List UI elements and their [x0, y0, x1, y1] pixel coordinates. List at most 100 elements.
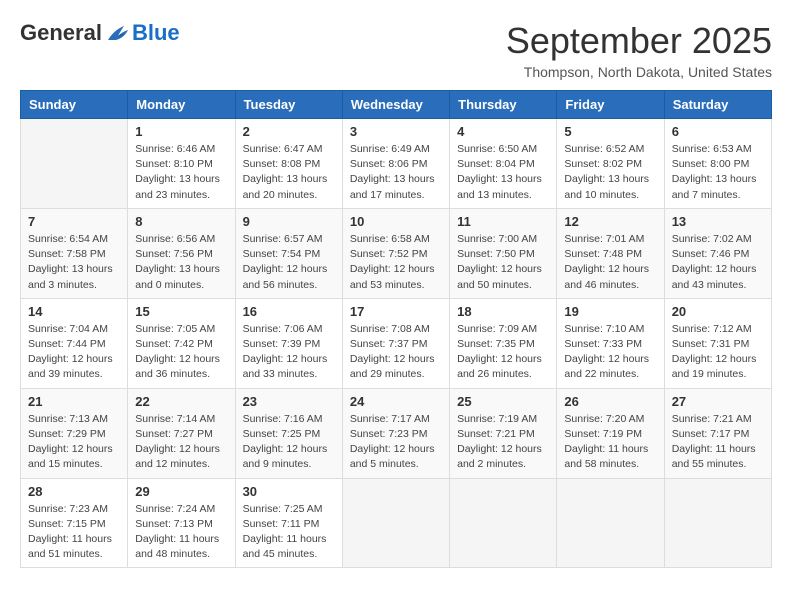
day-info: Sunrise: 7:01 AMSunset: 7:48 PMDaylight:…: [564, 232, 656, 293]
calendar-cell: 7 Sunrise: 6:54 AMSunset: 7:58 PMDaylight…: [21, 208, 128, 298]
calendar-cell: 1Sunrise: 6:46 AMSunset: 8:10 PMDaylight…: [128, 119, 235, 209]
calendar-cell: 17 Sunrise: 7:08 AMSunset: 7:37 PMDayligh…: [342, 298, 449, 388]
weekday-header-row: SundayMondayTuesdayWednesdayThursdayFrid…: [21, 91, 772, 119]
weekday-header-thursday: Thursday: [450, 91, 557, 119]
day-info: Sunrise: 7:08 AMSunset: 7:37 PMDaylight:…: [350, 322, 442, 383]
day-number: 15: [135, 304, 227, 319]
day-info: Sunrise: 6:53 AMSunset: 8:00 PMDaylight:…: [672, 142, 764, 203]
day-number: 14: [28, 304, 120, 319]
day-number: 26: [564, 394, 656, 409]
day-number: 17: [350, 304, 442, 319]
logo-general-text: General: [20, 20, 102, 46]
calendar-cell: 27 Sunrise: 7:21 AMSunset: 7:17 PMDayligh…: [664, 388, 771, 478]
day-info: Sunrise: 6:58 AMSunset: 7:52 PMDaylight:…: [350, 232, 442, 293]
day-number: 29: [135, 484, 227, 499]
calendar-cell: 12 Sunrise: 7:01 AMSunset: 7:48 PMDayligh…: [557, 208, 664, 298]
logo: General Blue: [20, 20, 180, 46]
calendar-cell: 20 Sunrise: 7:12 AMSunset: 7:31 PMDayligh…: [664, 298, 771, 388]
calendar-cell: 28Sunrise: 7:23 AMSunset: 7:15 PMDayligh…: [21, 478, 128, 568]
day-info: Sunrise: 6:50 AMSunset: 8:04 PMDaylight:…: [457, 142, 549, 203]
day-info: Sunrise: 7:23 AMSunset: 7:15 PMDaylight:…: [28, 502, 120, 563]
week-row-5: 28Sunrise: 7:23 AMSunset: 7:15 PMDayligh…: [21, 478, 772, 568]
title-section: September 2025 Thompson, North Dakota, U…: [506, 20, 772, 80]
day-number: 24: [350, 394, 442, 409]
calendar-cell: [664, 478, 771, 568]
day-number: 9: [243, 214, 335, 229]
day-number: 10: [350, 214, 442, 229]
day-info: Sunrise: 6:57 AMSunset: 7:54 PMDaylight:…: [243, 232, 335, 293]
day-info: Sunrise: 7:12 AMSunset: 7:31 PMDaylight:…: [672, 322, 764, 383]
day-info: Sunrise: 7:06 AMSunset: 7:39 PMDaylight:…: [243, 322, 335, 383]
day-number: 30: [243, 484, 335, 499]
day-number: 16: [243, 304, 335, 319]
day-number: 7: [28, 214, 120, 229]
day-info: Sunrise: 7:05 AMSunset: 7:42 PMDaylight:…: [135, 322, 227, 383]
day-number: 21: [28, 394, 120, 409]
day-number: 12: [564, 214, 656, 229]
weekday-header-saturday: Saturday: [664, 91, 771, 119]
day-number: 2: [243, 124, 335, 139]
weekday-header-friday: Friday: [557, 91, 664, 119]
day-info: Sunrise: 7:09 AMSunset: 7:35 PMDaylight:…: [457, 322, 549, 383]
day-info: Sunrise: 7:13 AMSunset: 7:29 PMDaylight:…: [28, 412, 120, 473]
week-row-1: 1Sunrise: 6:46 AMSunset: 8:10 PMDaylight…: [21, 119, 772, 209]
day-number: 1: [135, 124, 227, 139]
calendar-cell: 8 Sunrise: 6:56 AMSunset: 7:56 PMDaylight…: [128, 208, 235, 298]
calendar-cell: 19Sunrise: 7:10 AMSunset: 7:33 PMDayligh…: [557, 298, 664, 388]
day-info: Sunrise: 7:21 AMSunset: 7:17 PMDaylight:…: [672, 412, 764, 473]
calendar-cell: [450, 478, 557, 568]
day-number: 6: [672, 124, 764, 139]
week-row-4: 21 Sunrise: 7:13 AMSunset: 7:29 PMDayligh…: [21, 388, 772, 478]
calendar-cell: 16 Sunrise: 7:06 AMSunset: 7:39 PMDayligh…: [235, 298, 342, 388]
day-info: Sunrise: 7:16 AMSunset: 7:25 PMDaylight:…: [243, 412, 335, 473]
day-info: Sunrise: 7:10 AMSunset: 7:33 PMDaylight:…: [564, 322, 656, 383]
calendar-cell: 26 Sunrise: 7:20 AMSunset: 7:19 PMDayligh…: [557, 388, 664, 478]
calendar-table: SundayMondayTuesdayWednesdayThursdayFrid…: [20, 90, 772, 568]
calendar-cell: 5 Sunrise: 6:52 AMSunset: 8:02 PMDaylight…: [557, 119, 664, 209]
calendar-cell: 4 Sunrise: 6:50 AMSunset: 8:04 PMDaylight…: [450, 119, 557, 209]
day-number: 22: [135, 394, 227, 409]
calendar-cell: 14 Sunrise: 7:04 AMSunset: 7:44 PMDayligh…: [21, 298, 128, 388]
day-number: 20: [672, 304, 764, 319]
calendar-cell: 18Sunrise: 7:09 AMSunset: 7:35 PMDayligh…: [450, 298, 557, 388]
day-info: Sunrise: 7:14 AMSunset: 7:27 PMDaylight:…: [135, 412, 227, 473]
day-info: Sunrise: 7:04 AMSunset: 7:44 PMDaylight:…: [28, 322, 120, 383]
calendar-cell: 3 Sunrise: 6:49 AMSunset: 8:06 PMDaylight…: [342, 119, 449, 209]
calendar-cell: 25 Sunrise: 7:19 AMSunset: 7:21 PMDayligh…: [450, 388, 557, 478]
day-info: Sunrise: 7:24 AMSunset: 7:13 PMDaylight:…: [135, 502, 227, 563]
weekday-header-sunday: Sunday: [21, 91, 128, 119]
day-info: Sunrise: 7:25 AMSunset: 7:11 PMDaylight:…: [243, 502, 335, 563]
day-info: Sunrise: 6:56 AMSunset: 7:56 PMDaylight:…: [135, 232, 227, 293]
page-header: General Blue September 2025 Thompson, No…: [20, 20, 772, 80]
day-info: Sunrise: 6:52 AMSunset: 8:02 PMDaylight:…: [564, 142, 656, 203]
location-text: Thompson, North Dakota, United States: [506, 64, 772, 80]
day-info: Sunrise: 7:20 AMSunset: 7:19 PMDaylight:…: [564, 412, 656, 473]
calendar-cell: 22 Sunrise: 7:14 AMSunset: 7:27 PMDayligh…: [128, 388, 235, 478]
calendar-cell: 21 Sunrise: 7:13 AMSunset: 7:29 PMDayligh…: [21, 388, 128, 478]
week-row-2: 7 Sunrise: 6:54 AMSunset: 7:58 PMDaylight…: [21, 208, 772, 298]
month-title: September 2025: [506, 20, 772, 62]
day-info: Sunrise: 6:47 AMSunset: 8:08 PMDaylight:…: [243, 142, 335, 203]
calendar-cell: 13Sunrise: 7:02 AMSunset: 7:46 PMDayligh…: [664, 208, 771, 298]
day-number: 3: [350, 124, 442, 139]
calendar-cell: 23Sunrise: 7:16 AMSunset: 7:25 PMDayligh…: [235, 388, 342, 478]
calendar-cell: 15 Sunrise: 7:05 AMSunset: 7:42 PMDayligh…: [128, 298, 235, 388]
calendar-cell: 2 Sunrise: 6:47 AMSunset: 8:08 PMDaylight…: [235, 119, 342, 209]
week-row-3: 14 Sunrise: 7:04 AMSunset: 7:44 PMDayligh…: [21, 298, 772, 388]
weekday-header-wednesday: Wednesday: [342, 91, 449, 119]
day-number: 27: [672, 394, 764, 409]
day-info: Sunrise: 7:19 AMSunset: 7:21 PMDaylight:…: [457, 412, 549, 473]
day-info: Sunrise: 6:49 AMSunset: 8:06 PMDaylight:…: [350, 142, 442, 203]
day-number: 8: [135, 214, 227, 229]
calendar-cell: [557, 478, 664, 568]
calendar-cell: 29 Sunrise: 7:24 AMSunset: 7:13 PMDayligh…: [128, 478, 235, 568]
day-number: 25: [457, 394, 549, 409]
calendar-cell: [21, 119, 128, 209]
day-number: 5: [564, 124, 656, 139]
weekday-header-tuesday: Tuesday: [235, 91, 342, 119]
calendar-cell: [342, 478, 449, 568]
calendar-cell: 24Sunrise: 7:17 AMSunset: 7:23 PMDayligh…: [342, 388, 449, 478]
day-info: Sunrise: 7:02 AMSunset: 7:46 PMDaylight:…: [672, 232, 764, 293]
day-number: 4: [457, 124, 549, 139]
day-info: Sunrise: 6:54 AMSunset: 7:58 PMDaylight:…: [28, 232, 120, 293]
